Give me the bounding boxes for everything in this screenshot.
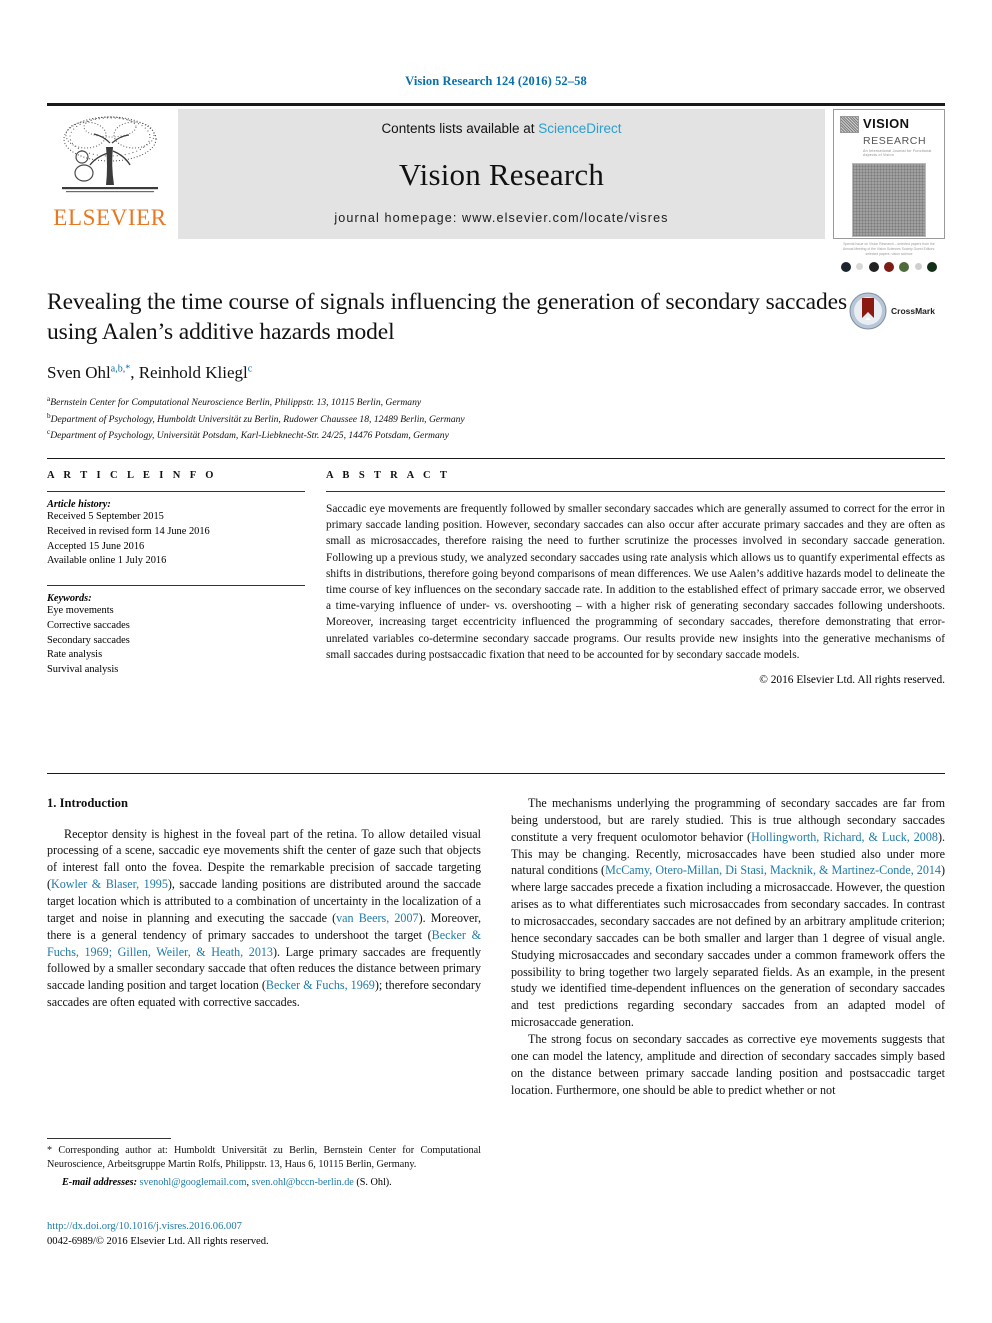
keyword-item: Rate analysis	[47, 649, 103, 661]
article-info-block: A R T I C L E I N F O Article history: R…	[47, 470, 305, 678]
body-text: ) where large saccades precede a fixatio…	[511, 863, 945, 1030]
affiliation-text: Department of Psychology, Humboldt Unive…	[50, 413, 465, 425]
article-history-title: Article history:	[47, 499, 111, 510]
author-affil-mark: a,b,*	[110, 363, 131, 375]
elsevier-wordmark: ELSEVIER	[53, 205, 167, 230]
abstract-heading: A B S T R A C T	[326, 470, 451, 481]
email-link-1[interactable]: svenohl@googlemail.com	[140, 1177, 247, 1188]
cover-dot	[841, 261, 851, 272]
email-link-2[interactable]: sven.ohl@bccn-berlin.de	[252, 1177, 354, 1188]
corresponding-author-note: * Corresponding author at: Humboldt Univ…	[47, 1145, 481, 1171]
affiliation-text: Department of Psychology, Universität Po…	[50, 430, 449, 442]
issn-copyright-line: 0042-6989/© 2016 Elsevier Ltd. All right…	[47, 1236, 269, 1248]
body-column-left: 1. Introduction Receptor density is high…	[47, 795, 481, 1011]
author-affil-mark: c	[247, 363, 253, 375]
cover-dot	[883, 261, 894, 272]
divider-below-abstract	[47, 773, 945, 774]
elsevier-tree-icon	[62, 116, 158, 193]
author-name: Sven Ohl	[47, 363, 111, 383]
keyword-item: Eye movements	[47, 605, 114, 617]
affiliation-item: aBernstein Center for Computational Neur…	[47, 394, 945, 411]
crossmark-icon	[849, 292, 887, 330]
paper-page: Vision Research 124 (2016) 52–58 ELSEVIE…	[0, 0, 992, 1323]
cover-dot	[899, 261, 910, 272]
abstract-text: Saccadic eye movements are frequently fo…	[326, 503, 945, 661]
abstract-block: A B S T R A C T Saccadic eye movements a…	[326, 470, 945, 686]
sciencedirect-link[interactable]: ScienceDirect	[538, 121, 621, 136]
citation-link[interactable]: Hollingworth, Richard, & Luck, 2008	[751, 830, 938, 844]
doi-link[interactable]: http://dx.doi.org/10.1016/j.visres.2016.…	[47, 1219, 481, 1234]
cover-thumbnail-strip	[840, 261, 938, 272]
crossmark-label: CrossMark	[891, 306, 935, 316]
cover-dot	[926, 261, 937, 272]
keywords-block: Keywords: Eye movements Corrective sacca…	[47, 585, 305, 678]
affiliation-text: Bernstein Center for Computational Neuro…	[50, 397, 422, 409]
body-text: The strong focus on secondary saccades a…	[511, 1032, 945, 1097]
author-name: Reinhold Kliegl	[138, 363, 248, 383]
intro-paragraphs-left: Receptor density is highest in the fovea…	[47, 826, 481, 1011]
contents-prefix: Contents lists available at	[381, 121, 539, 136]
body-paragraph: Receptor density is highest in the fovea…	[47, 826, 481, 1011]
keywords-title: Keywords:	[47, 593, 92, 605]
intro-paragraphs-right: The mechanisms underlying the programmin…	[511, 795, 945, 1098]
cover-title-line2: RESEARCH	[863, 135, 927, 147]
affiliation-item: cDepartment of Psychology, Universität P…	[47, 427, 945, 444]
email-suffix: (S. Ohl).	[353, 1176, 392, 1188]
keyword-item: Survival analysis	[47, 664, 119, 676]
cover-badge-icon	[840, 116, 859, 133]
article-info-heading: A R T I C L E I N F O	[47, 470, 217, 481]
email-note: E-mail addresses: svenohl@googlemail.com…	[47, 1176, 481, 1190]
history-item: Received in revised form 14 June 2016	[47, 525, 210, 537]
cover-subtitle: An International Journal for Functional …	[863, 149, 932, 157]
divider-above-info	[47, 458, 945, 459]
article-info-rule	[47, 491, 305, 492]
keywords-rule	[47, 585, 305, 587]
body-paragraph: The mechanisms underlying the programmin…	[511, 795, 945, 1031]
cover-title-line1: VISION	[863, 116, 910, 131]
cover-dot	[868, 261, 879, 272]
citation-link[interactable]: Kowler & Blaser, 1995	[51, 877, 168, 891]
journal-masthead: ELSEVIER Contents lists available at Sci…	[47, 103, 945, 272]
abstract-copyright: © 2016 Elsevier Ltd. All rights reserved…	[759, 673, 945, 686]
cover-caption: Special Issue on Vision Research – selec…	[842, 242, 936, 257]
history-item: Available online 1 July 2016	[47, 555, 167, 567]
history-item: Received 5 September 2015	[47, 511, 164, 522]
journal-homepage-link[interactable]: journal homepage: www.elsevier.com/locat…	[334, 211, 668, 225]
affiliation-list: aBernstein Center for Computational Neur…	[47, 394, 945, 444]
cover-dot	[856, 263, 864, 271]
history-item: Accepted 15 June 2016	[47, 540, 145, 552]
email-label: E-mail addresses:	[62, 1176, 137, 1188]
running-head: Vision Research 124 (2016) 52–58	[405, 74, 587, 88]
crossmark-badge[interactable]: CrossMark	[849, 288, 945, 334]
body-paragraph: The strong focus on secondary saccades a…	[511, 1031, 945, 1098]
author-list: Sven Ohla,b,*, Reinhold Klieglc	[47, 363, 945, 383]
citation-link[interactable]: McCamy, Otero-Millan, Di Stasi, Macknik,…	[605, 863, 941, 877]
article-header: Revealing the time course of signals inf…	[47, 288, 945, 444]
journal-title: Vision Research	[398, 156, 605, 192]
article-history-list: Received 5 September 2015 Received in re…	[47, 510, 305, 569]
body-column-right: The mechanisms underlying the programmin…	[511, 795, 945, 1098]
footnote-block: * Corresponding author at: Humboldt Univ…	[47, 1138, 481, 1190]
journal-band: Contents lists available at ScienceDirec…	[178, 109, 825, 239]
affiliation-item: bDepartment of Psychology, Humboldt Univ…	[47, 411, 945, 428]
doi-block: http://dx.doi.org/10.1016/j.visres.2016.…	[47, 1219, 481, 1250]
keywords-list: Eye movements Corrective saccades Second…	[47, 604, 305, 678]
footnote-rule	[47, 1138, 171, 1139]
author-separator: ,	[130, 363, 139, 383]
citation-link[interactable]: van Beers, 2007	[336, 911, 418, 925]
article-title: Revealing the time course of signals inf…	[47, 289, 848, 345]
cover-figure	[852, 163, 926, 238]
abstract-rule	[326, 491, 945, 492]
journal-cover-thumbnail: VISION RESEARCH An International Journal…	[833, 109, 945, 272]
keyword-item: Corrective saccades	[47, 619, 130, 631]
section-heading-introduction: 1. Introduction	[47, 796, 128, 810]
citation-link[interactable]: Becker & Fuchs, 1969	[266, 978, 375, 992]
keyword-item: Secondary saccades	[47, 634, 130, 646]
contents-lists-line: Contents lists available at ScienceDirec…	[381, 121, 621, 136]
elsevier-logo: ELSEVIER	[47, 109, 173, 239]
cover-dot	[914, 263, 922, 271]
